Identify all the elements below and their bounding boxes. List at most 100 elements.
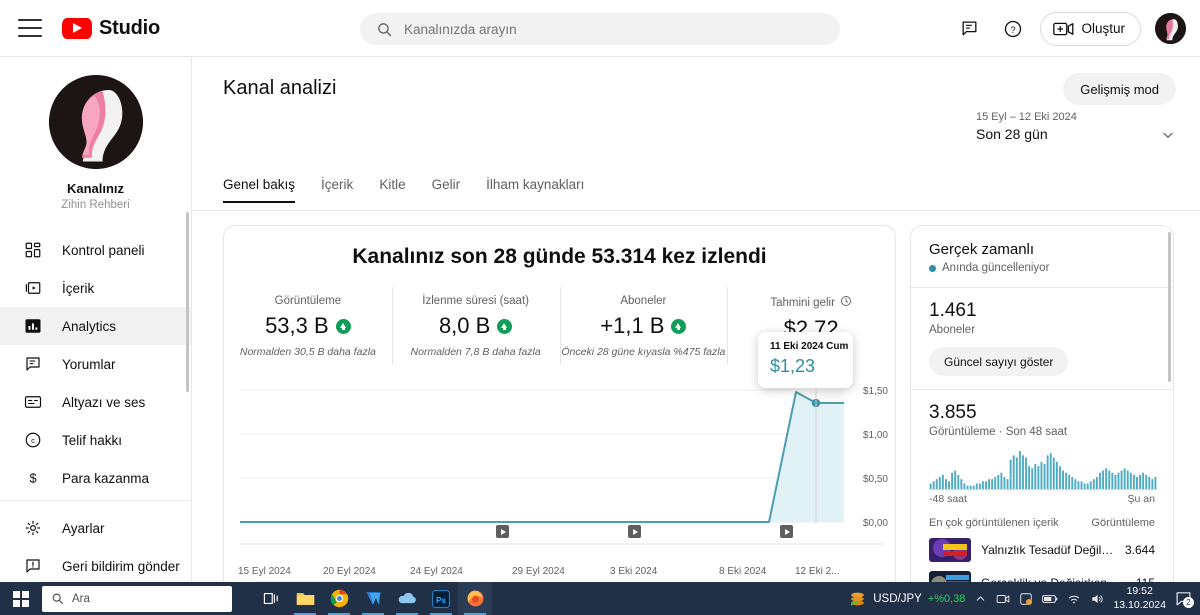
chrome-icon[interactable] [322, 582, 356, 615]
wifi-icon[interactable] [1067, 592, 1081, 606]
sidebar-item-label: Telif hakkı [62, 432, 123, 448]
create-button[interactable]: Oluştur [1040, 11, 1141, 46]
hamburger-icon[interactable] [18, 19, 42, 37]
sparkline-bars [929, 451, 1157, 490]
taskbar-clock[interactable]: 19:52 13.10.2024 [1113, 585, 1166, 611]
firefox-icon[interactable] [458, 582, 492, 615]
top-content-label: En çok görüntülenen içerik [929, 517, 1059, 529]
sidebar-item-analytics[interactable]: Analytics [0, 307, 191, 345]
video-views: 3.644 [1124, 543, 1155, 557]
video-publish-marker[interactable] [628, 525, 641, 538]
sidebar-item-label: Para kazanma [62, 470, 150, 486]
left-sidebar: Kanalınız Zihin Rehberi Kontrol paneli İ… [0, 57, 192, 615]
main-content: Kanal analizi Gelişmiş mod 15 Eyl – 12 E… [192, 57, 1200, 615]
youtube-studio-logo[interactable]: Studio [62, 17, 160, 40]
sidebar-item-label: Analytics [62, 318, 117, 334]
file-explorer-icon[interactable] [288, 582, 322, 615]
sidebar-item-kontrol-paneli[interactable]: Kontrol paneli [0, 231, 191, 269]
metric-label: İzlenme süresi (saat) [422, 295, 529, 307]
notification-center-icon[interactable]: 2 [1175, 590, 1194, 608]
metric-card-watchtime[interactable]: İzlenme süresi (saat) 8,0 B Normalden 7,… [391, 287, 560, 371]
sparkline-right-label: Şu an [1127, 493, 1155, 505]
show-current-count-button[interactable]: Güncel sayıyı göster [929, 347, 1069, 376]
date-range-selector[interactable]: 15 Eyl – 12 Eki 2024 Son 28 gün [976, 111, 1176, 148]
photoshop-icon[interactable]: Ps [424, 582, 458, 615]
tab-gelir[interactable]: Gelir [419, 177, 474, 203]
revenue-chart[interactable]: $1,50 $1,00 $0,50 $0,00 11 Eki 2024 Cum … [224, 332, 897, 564]
sparkline-bar [1077, 481, 1080, 490]
sparkline-bar [1126, 470, 1129, 490]
subscriber-count: 1.461 [929, 300, 977, 321]
help-icon[interactable]: ? [996, 12, 1030, 46]
sparkline-bar [1148, 477, 1151, 490]
metric-value-wrap: 8,0 B [392, 313, 560, 339]
sidebar-scrollbar[interactable] [186, 212, 189, 392]
avatar[interactable] [1155, 13, 1186, 44]
tab-kitle[interactable]: Kitle [366, 177, 418, 203]
sidebar-item-para-kazanma[interactable]: $ Para kazanma [0, 459, 191, 497]
chevron-up-icon[interactable] [974, 592, 987, 605]
volume-icon[interactable] [1090, 592, 1104, 606]
sidebar-item-icerik[interactable]: İçerik [0, 269, 191, 307]
task-view-icon[interactable] [254, 582, 288, 615]
word-icon[interactable] [356, 582, 390, 615]
windows-start-icon[interactable] [0, 582, 42, 615]
sparkline-bar [941, 474, 944, 490]
overview-headline: Kanalınız son 28 günde 53.314 kez izlend… [352, 245, 767, 268]
sidebar-item-geri-bildirim[interactable]: Geri bildirim gönder [0, 547, 191, 585]
search-icon [52, 593, 63, 604]
sparkline-bar [957, 474, 960, 490]
date-range-value: Son 28 gün [976, 126, 1048, 142]
chart-area-fill [240, 392, 844, 522]
channel-name: Zihin Rehberi [61, 199, 130, 211]
sparkline-bar [960, 479, 963, 490]
sidebar-item-altyazi-ve-ses[interactable]: Altyazı ve ses [0, 383, 191, 421]
trend-up-icon [497, 318, 513, 334]
sidebar-item-yorumlar[interactable]: Yorumlar [0, 345, 191, 383]
channel-avatar[interactable] [48, 75, 143, 169]
svg-text:$: $ [29, 471, 36, 486]
search-bar[interactable] [360, 13, 840, 45]
comments-icon [22, 353, 44, 375]
search-input[interactable] [404, 21, 804, 37]
metric-label: Aboneler [620, 295, 667, 307]
metric-subtext: Önceki 28 güne kıyasla %475 fazla [561, 346, 726, 358]
video-publish-marker[interactable] [780, 525, 793, 538]
taskbar-search[interactable]: Ara [42, 585, 232, 612]
dashboard-icon [22, 239, 44, 261]
sidebar-item-ayarlar[interactable]: Ayarlar [0, 509, 191, 547]
stock-widget[interactable]: USD/JPY +%0,38 [848, 591, 965, 607]
advanced-mode-button[interactable]: Gelişmiş mod [1063, 73, 1176, 105]
chart-line [240, 391, 844, 523]
list-item[interactable]: Yalnızlık Tesadüf Değil B... 3.644 [929, 538, 1155, 562]
sidebar-item-label: İçerik [62, 280, 95, 296]
sparkline-bar [1000, 472, 1003, 490]
metric-card-views[interactable]: Görüntüleme 53,3 B Normalden 30,5 B daha… [224, 291, 392, 371]
metric-subtext: Normalden 30,5 B daha fazla [239, 346, 376, 358]
trend-up-icon [671, 318, 687, 334]
feedback-icon[interactable] [952, 12, 986, 46]
sidebar-item-telif-hakki[interactable]: c Telif hakkı [0, 421, 191, 459]
tab-genel-bakis[interactable]: Genel bakış [223, 177, 308, 203]
metric-card-subscribers[interactable]: Aboneler +1,1 B Önceki 28 güne kıyasla %… [559, 287, 728, 371]
sidebar-item-label: Ayarlar [62, 520, 105, 536]
sidebar-nav: Kontrol paneli İçerik Analytics Yorumlar… [0, 231, 191, 585]
video-publish-marker[interactable] [496, 525, 509, 538]
sparkline-bar [1065, 472, 1068, 490]
tab-icerik[interactable]: İçerik [308, 177, 366, 203]
battery-icon[interactable] [1042, 593, 1058, 605]
top-content-header: En çok görüntülenen içerik Görüntüleme [929, 517, 1155, 529]
realtime-header: Gerçek zamanlı Anında güncelleniyor [911, 226, 1173, 274]
sparkline-bar [948, 481, 950, 490]
realtime-card: Gerçek zamanlı Anında güncelleniyor 1.46… [910, 225, 1174, 615]
security-icon[interactable] [1019, 592, 1033, 606]
sparkline-bar [1046, 455, 1049, 490]
camera-icon[interactable] [996, 592, 1010, 606]
onedrive-icon[interactable] [390, 582, 424, 615]
sparkline-bar [991, 479, 994, 490]
views-count: 3.855 [929, 402, 977, 423]
realtime-scrollbar[interactable] [1168, 232, 1171, 382]
metric-label-wrap: Tahmini gelir [727, 295, 895, 310]
tab-ilham-kaynaklari[interactable]: İlham kaynakları [473, 177, 597, 203]
gear-icon [22, 517, 44, 539]
